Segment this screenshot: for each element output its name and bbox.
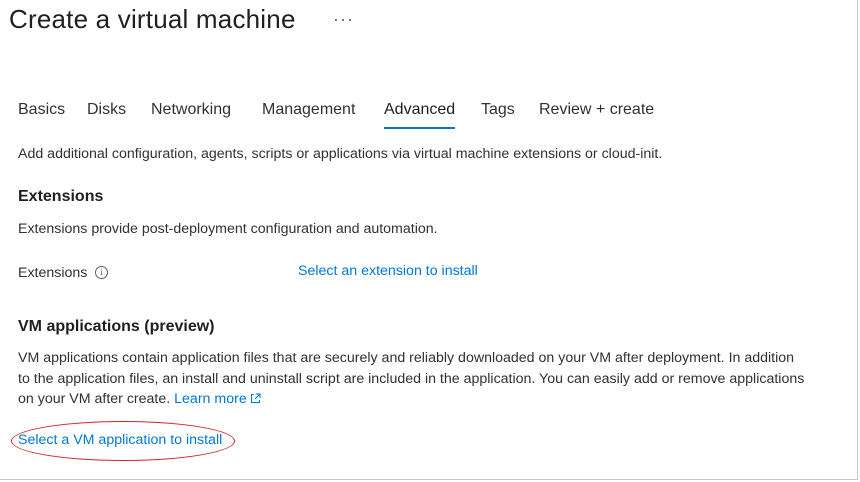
vm-applications-heading: VM applications (preview): [18, 318, 215, 335]
vm-applications-description-line2: to the application files, an install and…: [18, 370, 805, 387]
tab-review-create[interactable]: Review + create: [539, 101, 654, 119]
learn-more-link[interactable]: Learn more: [174, 391, 261, 407]
tab-advanced[interactable]: Advanced: [384, 101, 456, 129]
select-vm-application-link[interactable]: Select a VM application to install: [18, 432, 222, 448]
extensions-heading: Extensions: [18, 188, 104, 205]
vm-applications-description-line3: on your VM after create.: [18, 391, 171, 407]
tab-tags[interactable]: Tags: [481, 101, 515, 119]
info-icon[interactable]: i: [95, 266, 108, 279]
more-options-icon[interactable]: ···: [333, 9, 354, 30]
learn-more-label: Learn more: [174, 391, 247, 407]
tab-management[interactable]: Management: [262, 101, 355, 119]
tab-networking[interactable]: Networking: [151, 101, 231, 119]
tab-basics[interactable]: Basics: [18, 101, 65, 119]
vm-applications-description: VM applications contain application file…: [18, 348, 828, 410]
tab-disks[interactable]: Disks: [87, 101, 126, 119]
intro-text: Add additional configuration, agents, sc…: [18, 146, 663, 162]
extensions-field-label: Extensions: [18, 265, 88, 281]
vm-applications-description-line1: VM applications contain application file…: [18, 350, 795, 366]
page-title: Create a virtual machine: [9, 4, 296, 34]
select-extension-link[interactable]: Select an extension to install: [298, 263, 478, 279]
external-link-icon: [250, 393, 261, 403]
extensions-description: Extensions provide post-deployment confi…: [18, 221, 438, 237]
